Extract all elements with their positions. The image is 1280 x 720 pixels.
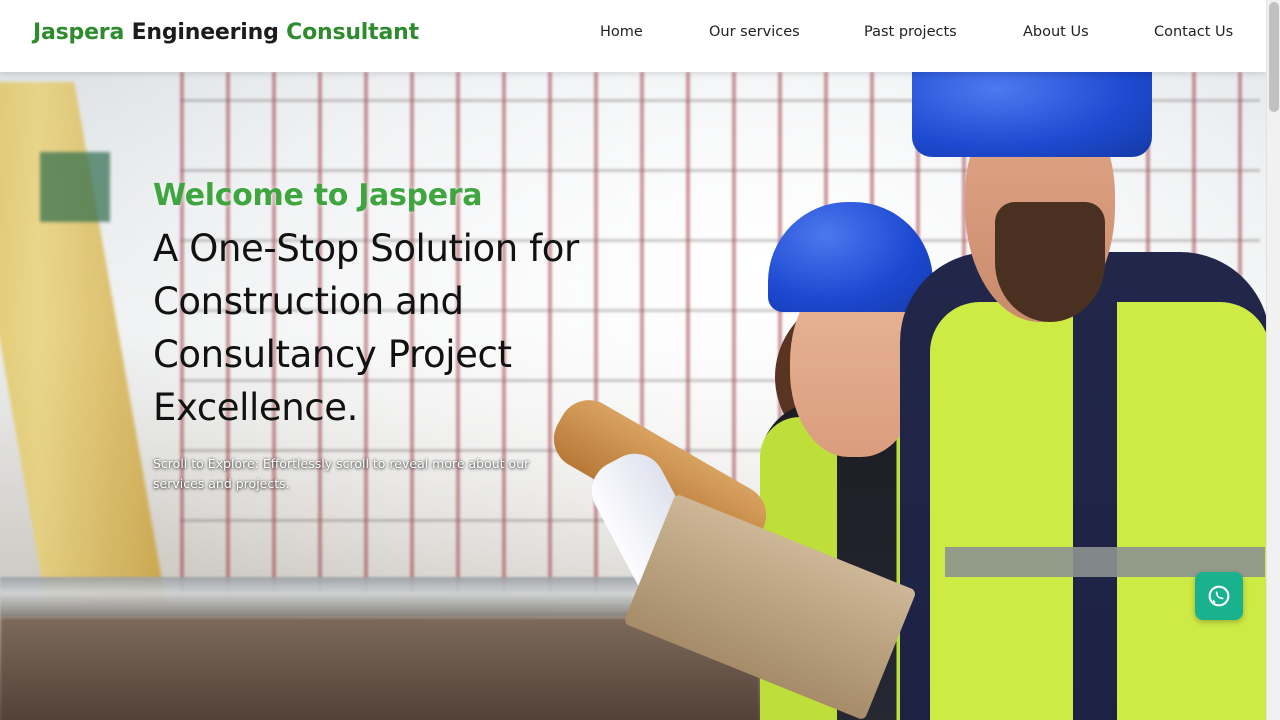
nav-projects-link[interactable]: Past projects xyxy=(864,24,957,40)
whatsapp-button[interactable] xyxy=(1195,572,1243,620)
hero-headline: A One-Stop Solution for Construction and… xyxy=(153,227,579,429)
hero-welcome-heading: Welcome to Jaspera xyxy=(153,178,483,213)
hero-tagline: Scroll to Explore: Effortlessly scroll t… xyxy=(153,456,530,491)
brand-name-engineering: Engineering xyxy=(131,20,279,45)
hero-text-block: Welcome to Jaspera A One-Stop Solution f… xyxy=(153,176,623,494)
whatsapp-icon xyxy=(1208,585,1230,607)
worker-male-helmet xyxy=(912,72,1152,157)
scrollbar-thumb[interactable] xyxy=(1269,2,1279,112)
worker-male-beard xyxy=(995,202,1105,322)
page-scrollbar[interactable] xyxy=(1266,0,1280,720)
steel-beam-image xyxy=(0,577,700,617)
brand-name-consultant: Consultant xyxy=(286,20,419,45)
site-header: Jaspera Engineering Consultant Home Our … xyxy=(0,0,1266,72)
crane-cab-image xyxy=(40,152,110,222)
nav-services-link[interactable]: Our services xyxy=(709,24,800,40)
nav-about-link[interactable]: About Us xyxy=(1023,24,1089,40)
worker-male-vest xyxy=(930,302,1266,720)
nav-contact-link[interactable]: Contact Us xyxy=(1154,24,1233,40)
brand-name-jaspera: Jaspera xyxy=(33,20,125,45)
nav-home-link[interactable]: Home xyxy=(600,24,643,40)
brand-logo[interactable]: Jaspera Engineering Consultant xyxy=(33,20,419,45)
